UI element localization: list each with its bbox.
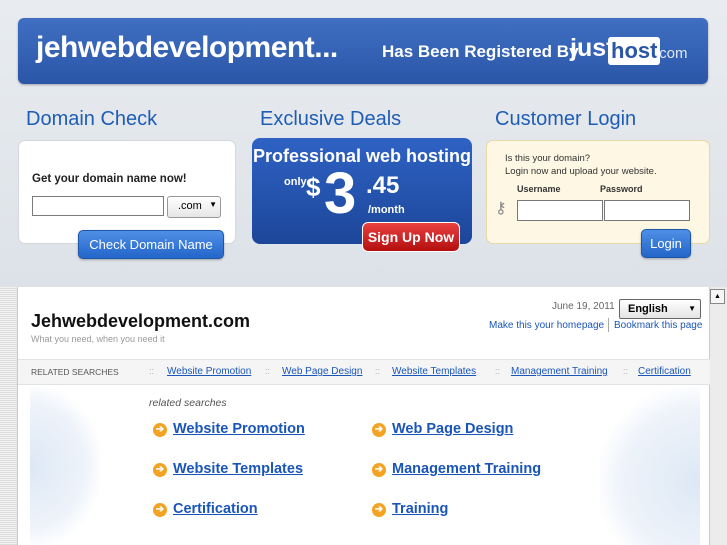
- password-input[interactable]: [604, 200, 690, 221]
- deal-price-cents: .45: [366, 172, 400, 199]
- parked-page-frame: ▲ Jehwebdevelopment.com What you need, w…: [0, 287, 727, 545]
- frame-left-border: [0, 287, 18, 545]
- related-link-management-training[interactable]: ➔ Management Training: [372, 461, 541, 477]
- bar-link-certification[interactable]: Certification: [638, 366, 691, 377]
- banner-registered-text: Has Been Registered By: [382, 42, 579, 61]
- password-label: Password: [600, 184, 643, 194]
- make-homepage-link[interactable]: Make this your homepage: [489, 320, 604, 331]
- related-link-website-promotion[interactable]: ➔ Website Promotion: [153, 421, 305, 437]
- related-link-web-page-design[interactable]: ➔ Web Page Design: [372, 421, 513, 437]
- bar-link-website-templates[interactable]: Website Templates: [392, 366, 476, 377]
- tld-selected-value: .com: [178, 200, 202, 212]
- decorative-glow: [30, 387, 100, 545]
- bar-link-management-training[interactable]: Management Training: [511, 366, 608, 377]
- domain-check-heading: Domain Check: [26, 108, 158, 130]
- bar-separator: ::: [623, 366, 629, 376]
- related-searches-label: RELATED SEARCHES: [31, 367, 119, 377]
- bar-separator: ::: [265, 366, 271, 376]
- decorative-glow: [600, 387, 700, 545]
- related-link-website-templates[interactable]: ➔ Website Templates: [153, 461, 303, 477]
- bar-link-website-promotion[interactable]: Website Promotion: [167, 366, 251, 377]
- deal-only-text: only: [284, 176, 307, 188]
- hosting-deal-panel[interactable]: Professional web hosting only $ 3 .45 /m…: [252, 138, 472, 252]
- related-link-certification[interactable]: ➔ Certification: [153, 501, 258, 517]
- vertical-scrollbar[interactable]: ▲: [709, 287, 727, 545]
- chevron-down-icon: ▼: [688, 304, 696, 313]
- related-searches-bar: RELATED SEARCHES :: Website Promotion ::…: [18, 359, 710, 385]
- deal-per-month: /month: [368, 204, 405, 216]
- scroll-up-arrow-icon[interactable]: ▲: [710, 289, 725, 304]
- domain-check-label: Get your domain name now!: [32, 173, 187, 185]
- tld-select[interactable]: .com ▼: [167, 196, 221, 218]
- login-question: Is this your domain?: [505, 153, 591, 164]
- sign-up-button[interactable]: Sign Up Now: [362, 222, 460, 252]
- login-button[interactable]: Login: [641, 229, 691, 258]
- key-icon: ⚷: [495, 200, 507, 217]
- username-label: Username: [517, 184, 561, 194]
- language-select[interactable]: English ▼: [619, 299, 701, 319]
- related-searches-heading: related searches: [149, 397, 227, 409]
- domain-check-panel: Get your domain name now! .com ▼ Check D…: [18, 140, 236, 259]
- related-link-training[interactable]: ➔ Training: [372, 501, 448, 517]
- username-input[interactable]: [517, 200, 603, 221]
- site-tagline: What you need, when you need it: [31, 334, 165, 344]
- deal-price-dollars: 3: [324, 161, 357, 226]
- language-selected-value: English: [628, 303, 668, 315]
- brand-logo-com[interactable]: .com: [655, 45, 688, 62]
- domain-search-input[interactable]: [32, 196, 164, 216]
- deal-dollar-sign: $: [306, 172, 321, 202]
- link-divider: [608, 318, 609, 332]
- check-domain-button[interactable]: Check Domain Name: [78, 230, 224, 259]
- chevron-down-icon: ▼: [209, 200, 217, 209]
- site-date: June 19, 2011: [552, 301, 615, 312]
- arrow-right-icon: ➔: [372, 423, 386, 437]
- bar-link-web-page-design[interactable]: Web Page Design: [282, 366, 362, 377]
- arrow-right-icon: ➔: [153, 503, 167, 517]
- brand-logo-host[interactable]: host: [608, 37, 661, 65]
- registration-banner: jehwebdevelopment... Has Been Registered…: [18, 18, 708, 84]
- customer-login-heading: Customer Login: [495, 108, 637, 130]
- login-subtext: Login now and upload your website.: [505, 166, 657, 177]
- bookmark-link[interactable]: Bookmark this page: [614, 320, 702, 331]
- customer-login-panel: Is this your domain? Login now and uploa…: [486, 140, 710, 258]
- site-title: Jehwebdevelopment.com: [31, 311, 251, 331]
- arrow-right-icon: ➔: [372, 503, 386, 517]
- arrow-right-icon: ➔: [153, 423, 167, 437]
- parking-header: jehwebdevelopment... Has Been Registered…: [0, 0, 727, 287]
- bar-separator: ::: [375, 366, 381, 376]
- arrow-right-icon: ➔: [153, 463, 167, 477]
- banner-domain-name: jehwebdevelopment...: [36, 31, 338, 64]
- bar-separator: ::: [149, 366, 155, 376]
- exclusive-deals-heading: Exclusive Deals: [260, 108, 402, 130]
- bar-separator: ::: [495, 366, 501, 376]
- deal-title: Professional web hosting: [252, 146, 472, 166]
- arrow-right-icon: ➔: [372, 463, 386, 477]
